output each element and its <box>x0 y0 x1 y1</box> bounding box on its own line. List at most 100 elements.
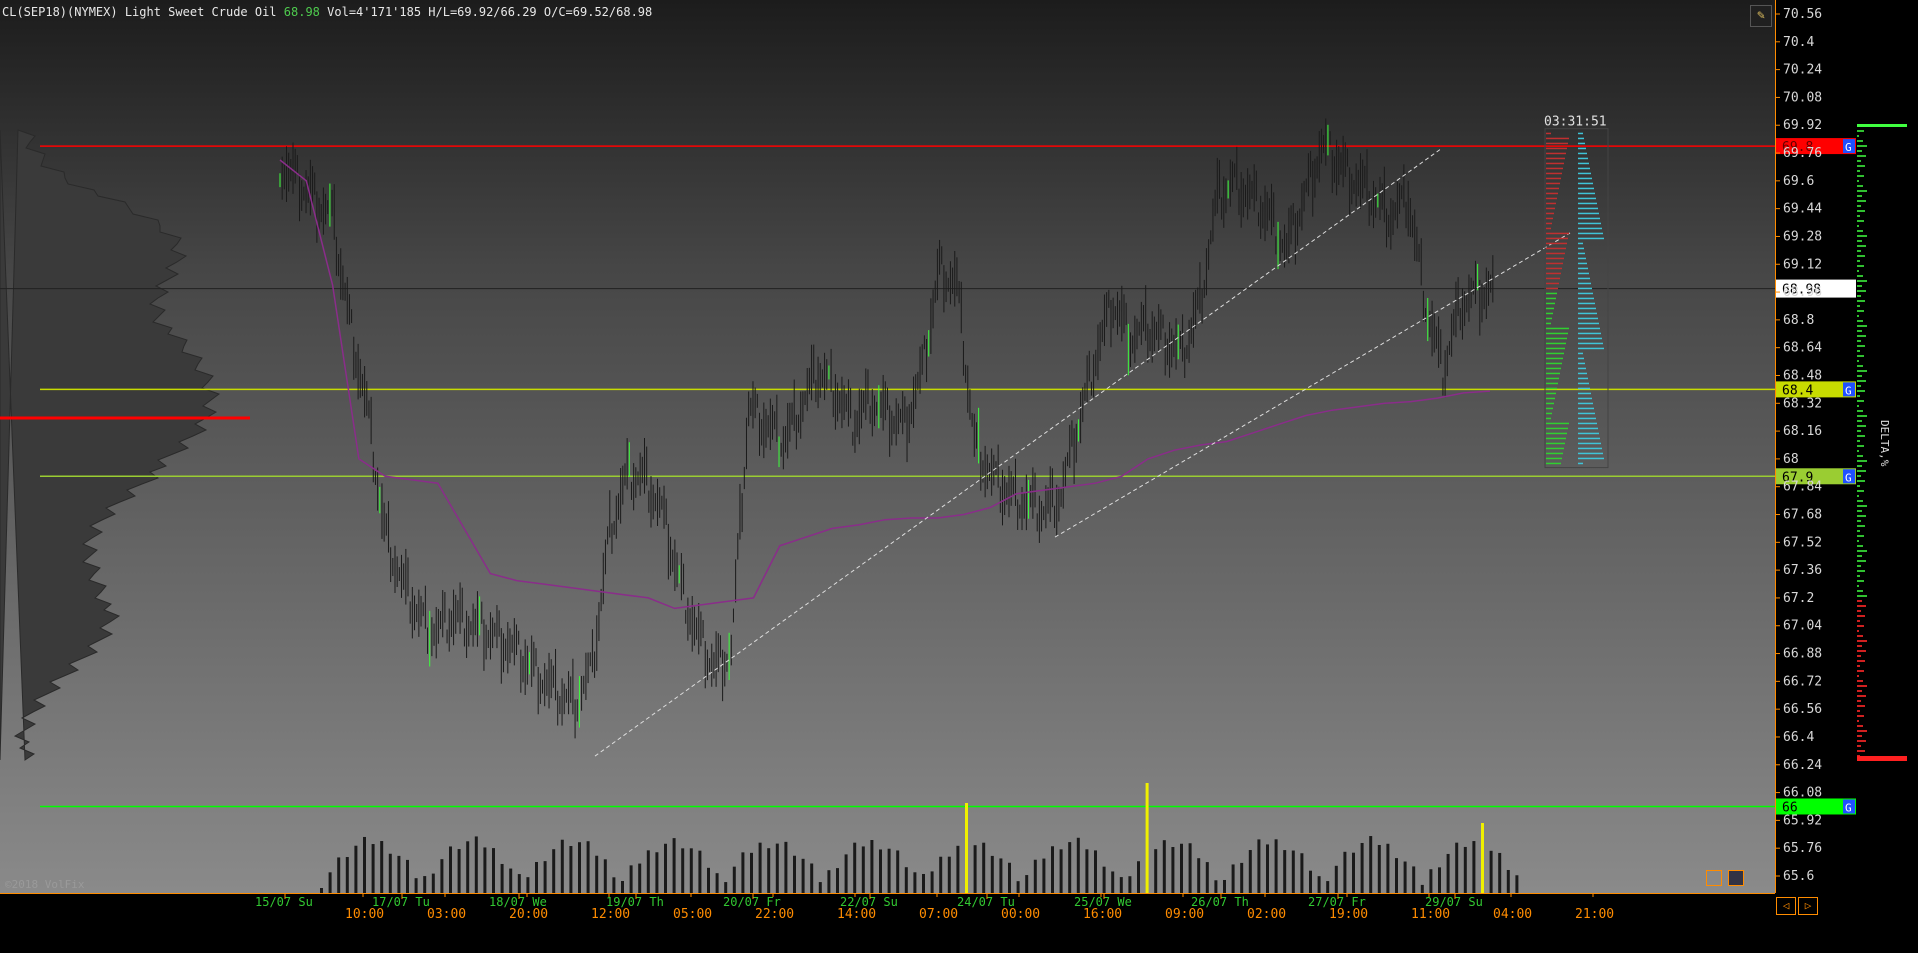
delta-bar-310 <box>1857 310 1864 312</box>
volume-bar-59 <box>827 870 831 893</box>
delta-bar-475 <box>1857 475 1861 477</box>
ladder-ask-9 <box>1578 177 1592 180</box>
volume-bar-119 <box>1343 851 1347 893</box>
volume-bar-1 <box>328 872 332 893</box>
delta-bar-325 <box>1857 325 1867 327</box>
volume-bar-66 <box>887 848 891 893</box>
delta-bar-655 <box>1857 655 1861 657</box>
price-tick-label-29: 65.92 <box>1783 813 1822 828</box>
volume-bar-45 <box>707 867 710 893</box>
delta-bar-280 <box>1857 280 1867 282</box>
delta-bar-265 <box>1857 265 1864 267</box>
last-price-text: 68.98 <box>283 5 320 19</box>
ladder-ask-10 <box>1578 182 1593 185</box>
ladder-bid-16 <box>1546 212 1554 215</box>
delta-bar-615 <box>1857 615 1865 617</box>
ladder-ask-47 <box>1578 367 1586 370</box>
volume-bar-48 <box>732 866 736 893</box>
delta-bar-240 <box>1857 240 1862 242</box>
delta-bar-485 <box>1857 485 1860 487</box>
delta-bar-165 <box>1857 165 1865 167</box>
ladder-ask-15 <box>1578 207 1598 210</box>
volume-bar-47 <box>724 882 728 893</box>
ladder-ask-29 <box>1578 277 1590 280</box>
delta-bar-435 <box>1857 435 1865 437</box>
delta-bar-720 <box>1857 720 1859 722</box>
delta-bar-715 <box>1857 715 1864 717</box>
price-tick-label-7: 69.44 <box>1783 202 1822 217</box>
ladder-ask-50 <box>1578 382 1589 385</box>
price-tick-label-18: 67.68 <box>1783 508 1822 523</box>
volume-bar-22 <box>509 868 513 893</box>
delta-bar-170 <box>1857 170 1860 172</box>
volume-bar-12 <box>423 876 427 893</box>
delta-bar-690 <box>1857 690 1862 692</box>
volume-bar-79 <box>999 858 1003 893</box>
delta-bar-390 <box>1857 390 1865 392</box>
delta-bar-315 <box>1857 315 1859 317</box>
ladder-ask-41 <box>1578 337 1602 340</box>
volume-bar-126 <box>1403 861 1407 893</box>
delta-bar-630 <box>1857 630 1859 632</box>
ladder-ask-32 <box>1578 292 1593 295</box>
ladder-ask-39 <box>1578 327 1600 330</box>
delta-bar-560 <box>1857 560 1866 562</box>
volume-bar-120 <box>1352 852 1355 893</box>
ladder-bid-27 <box>1546 267 1562 270</box>
ladder-bid-32 <box>1546 292 1557 295</box>
volume-bar-31 <box>586 841 590 893</box>
ladder-ask-40 <box>1578 332 1601 335</box>
volume-bar-68 <box>904 867 908 893</box>
price-tick-label-5: 69.76 <box>1783 146 1822 161</box>
ladder-ask-21 <box>1578 237 1604 240</box>
ladder-bid-28 <box>1546 272 1561 275</box>
delta-bar-175 <box>1857 175 1864 177</box>
volume-bar-65 <box>879 849 882 893</box>
pencil-icon[interactable]: ✎ <box>1750 5 1772 27</box>
volume-bar-38 <box>646 850 650 893</box>
volume-histogram <box>320 783 1519 893</box>
volume-bar-81 <box>1016 881 1020 893</box>
volume-bar-74 <box>956 845 960 893</box>
volume-bar-87 <box>1068 842 1072 893</box>
volume-bar-122 <box>1369 836 1373 893</box>
ladder-ask-12 <box>1578 192 1595 195</box>
delta-bar-450 <box>1857 450 1859 452</box>
volume-bar-76 <box>973 845 977 893</box>
ladder-ask-44 <box>1578 352 1583 355</box>
ladder-ask-53 <box>1578 397 1592 400</box>
ladder-ask-60 <box>1578 432 1599 435</box>
ladder-ask-45 <box>1578 357 1584 360</box>
volume-bar-11 <box>414 878 418 893</box>
time-label-2: 20:00 <box>509 907 548 922</box>
volume-bar-55 <box>793 855 796 893</box>
ladder-ask-4 <box>1578 152 1587 155</box>
price-tick-label-9: 69.12 <box>1783 257 1822 272</box>
volume-bar-37 <box>638 863 642 893</box>
ladder-ask-37 <box>1578 317 1598 320</box>
time-label-12: 19:00 <box>1329 907 1368 922</box>
volume-bar-97 <box>1154 849 1158 893</box>
price-tick-label-10: 68.96 <box>1783 285 1822 300</box>
price-tick-label-30: 65.76 <box>1783 841 1822 856</box>
volume-bar-30 <box>578 842 581 893</box>
ladder-bid-34 <box>1546 302 1555 305</box>
ladder-ask-24 <box>1578 252 1585 255</box>
volume-bar-58 <box>818 882 822 893</box>
delta-bar-385 <box>1857 385 1861 387</box>
price-tick-label-4: 69.92 <box>1783 118 1822 133</box>
delta-bar-705 <box>1857 705 1865 707</box>
volume-bar-73 <box>947 856 951 893</box>
volume-bar-39 <box>655 852 659 893</box>
time-label-8: 00:00 <box>1001 907 1040 922</box>
volume-bar-96 <box>1145 783 1149 893</box>
ladder-ask-2 <box>1578 142 1585 145</box>
ladder-ask-8 <box>1578 172 1591 175</box>
ladder-ask-52 <box>1578 392 1591 395</box>
ladder-ask-23 <box>1578 247 1584 250</box>
ladder-ask-54 <box>1578 402 1593 405</box>
price-tick-label-24: 66.72 <box>1783 674 1822 689</box>
price-tick-label-2: 70.24 <box>1783 63 1822 78</box>
delta-bar-645 <box>1857 645 1862 647</box>
ladder-ask-42 <box>1578 342 1603 345</box>
